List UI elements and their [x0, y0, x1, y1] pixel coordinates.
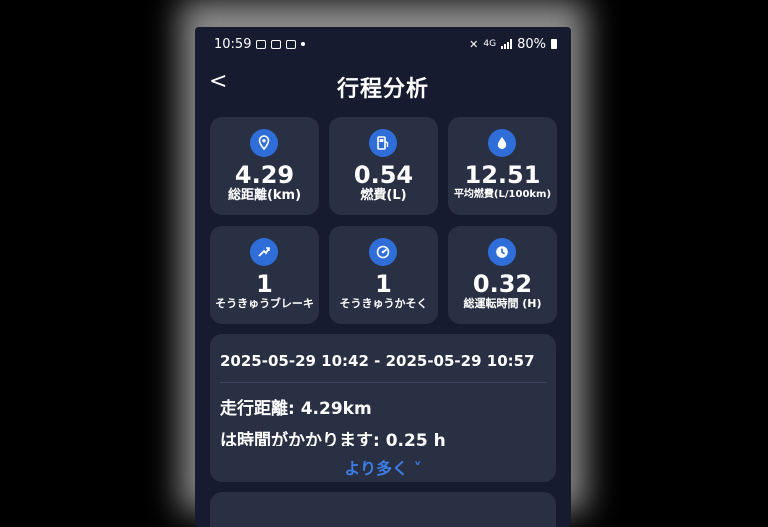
stat-value: 0.32 [472, 272, 533, 294]
image-notification-icon [271, 39, 282, 49]
location-pin-icon [250, 129, 278, 157]
trip-duration: は時間がかかります: 0.25 h [220, 431, 446, 446]
chat-notification-icon [256, 39, 267, 49]
stat-value: 1 [256, 272, 273, 294]
signal-icon [501, 39, 513, 49]
stat-card-avg-consumption[interactable]: 12.51 平均燃費(L/100km) [448, 117, 557, 215]
stat-label: 総運転時間 (H) [463, 297, 542, 310]
stat-card-sudden-brake[interactable]: 1 そうきゅうブレーキ [210, 226, 319, 324]
trip-distance: 走行距離: 4.29km [220, 399, 372, 419]
stat-card-fuel[interactable]: 0.54 燃費(L) [329, 117, 438, 215]
droplet-icon [488, 129, 516, 157]
stat-label: そうきゅうかそく [339, 297, 428, 310]
battery-level: 80% [517, 36, 546, 52]
fuel-pump-icon [369, 129, 397, 157]
trip-card-next[interactable] [210, 492, 556, 527]
stat-label: そうきゅうブレーキ [215, 297, 314, 310]
stat-card-distance[interactable]: 4.29 総距離(km) [210, 117, 319, 215]
trip-time-range: 2025-05-29 10:42 - 2025-05-29 10:57 [220, 352, 535, 370]
app-notification-icon [286, 39, 297, 49]
battery-icon [551, 39, 557, 49]
stat-card-sudden-accel[interactable]: 1 そうきゅうかそく [329, 226, 438, 324]
stat-label: 総距離(km) [227, 188, 302, 203]
status-bar: 10:59 ✕ 4G 80% [195, 27, 571, 61]
stat-value: 4.29 [234, 163, 295, 185]
trip-divider [220, 382, 546, 383]
stat-label: 燃費(L) [360, 188, 407, 203]
stat-value: 12.51 [464, 163, 541, 185]
more-button[interactable]: より多く ˅ [210, 455, 556, 479]
page-title: 行程分析 [336, 77, 429, 102]
sudden-accel-icon [369, 238, 397, 266]
status-left: 10:59 [214, 36, 306, 52]
stat-value: 0.54 [353, 163, 414, 185]
app-bar: < 行程分析 [195, 65, 571, 105]
stat-value: 1 [375, 272, 392, 294]
status-time: 10:59 [214, 36, 252, 52]
stat-label: 平均燃費(L/100km) [453, 189, 552, 200]
mute-icon: ✕ [469, 37, 479, 51]
status-right: ✕ 4G 80% [469, 37, 557, 52]
network-type: 4G [483, 39, 497, 49]
sudden-brake-icon [250, 238, 278, 266]
more-notifications-icon [301, 42, 306, 46]
clock-icon [488, 238, 516, 266]
trip-card[interactable]: 2025-05-29 10:42 - 2025-05-29 10:57 走行距離… [210, 334, 556, 482]
stat-card-driving-time[interactable]: 0.32 総運転時間 (H) [448, 226, 557, 324]
phone-screen: 10:59 ✕ 4G 80% < 行程分析 4.29 総距離(km) 0.54 … [195, 27, 571, 527]
